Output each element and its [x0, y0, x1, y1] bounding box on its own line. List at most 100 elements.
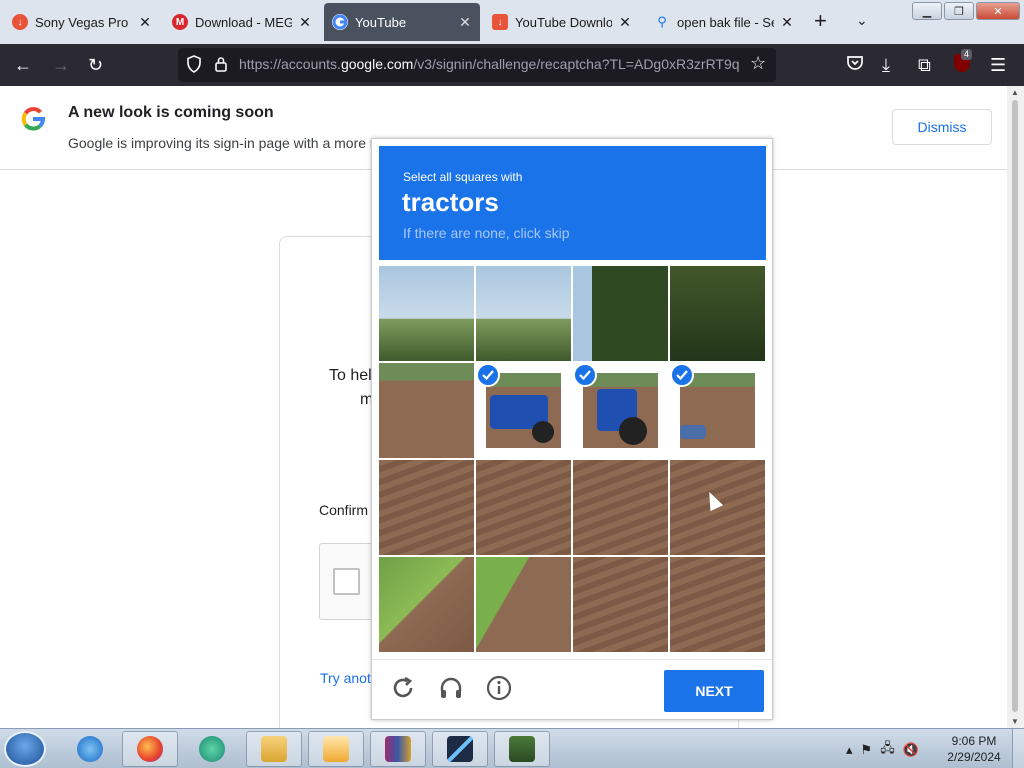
app-button[interactable]	[184, 731, 240, 767]
close-tab-icon[interactable]: ✕	[618, 14, 632, 31]
tile-image	[379, 266, 474, 361]
network-app-button[interactable]	[494, 731, 550, 767]
tab-title: Download - MEGA	[195, 14, 292, 30]
pocket-icon[interactable]	[846, 54, 864, 79]
forward-icon[interactable]: →	[52, 54, 70, 76]
dismiss-button[interactable]: Dismiss	[892, 109, 992, 145]
url-text[interactable]: https://accounts.google.com/v3/signin/ch…	[239, 56, 739, 72]
bookmark-star-icon[interactable]: ☆	[750, 53, 766, 74]
tile-image	[476, 557, 571, 652]
internet-explorer-button[interactable]	[62, 731, 118, 767]
recaptcha-checkbox[interactable]	[333, 568, 360, 595]
grid-tile[interactable]	[476, 460, 571, 555]
winrar-icon	[385, 736, 411, 762]
scroll-down-icon[interactable]: ▼	[1011, 717, 1019, 726]
next-button[interactable]: NEXT	[664, 670, 764, 712]
start-button[interactable]	[4, 731, 46, 767]
grid-tile[interactable]	[573, 266, 668, 361]
tab-search[interactable]: ⚲ open bak file - Sear ✕	[646, 3, 802, 41]
app-icon	[199, 736, 225, 762]
close-tab-icon[interactable]: ✕	[458, 14, 472, 31]
tab-youtube-download[interactable]: ↓ YouTube Download ✕	[484, 3, 640, 41]
firefox-icon	[137, 736, 163, 762]
extensions-icon[interactable]: ⧉	[918, 54, 931, 76]
recaptcha-challenge: Select all squares with tractors If ther…	[371, 138, 773, 720]
tab-mega[interactable]: M Download - MEGA ✕	[164, 3, 320, 41]
grid-tile[interactable]	[670, 557, 765, 652]
scroll-thumb[interactable]	[1012, 100, 1018, 712]
grid-tile[interactable]	[379, 460, 474, 555]
explorer-button[interactable]	[246, 731, 302, 767]
system-tray: ▴ ⚑ 🖧 🔇	[846, 739, 919, 761]
url-prefix: https://accounts.	[239, 56, 341, 72]
lock-icon[interactable]	[215, 56, 227, 75]
grid-tile-selected[interactable]	[670, 363, 765, 458]
checkmark-icon	[573, 363, 597, 387]
show-hidden-icons-icon[interactable]: ▴	[846, 742, 853, 758]
tab-sony-vegas[interactable]: ↓ Sony Vegas Pro 14 F ✕	[4, 3, 160, 41]
challenge-footer: NEXT	[372, 659, 772, 721]
audio-challenge-icon[interactable]	[436, 675, 466, 705]
media-player-icon	[323, 736, 349, 762]
tile-image	[573, 557, 668, 652]
new-tab-button[interactable]: +	[814, 10, 827, 32]
menu-icon[interactable]: ☰	[990, 54, 1006, 76]
tab-title: YouTube Download	[515, 14, 612, 30]
try-another-way-link[interactable]: Try anot	[320, 670, 371, 686]
confirm-label: Confirm	[319, 502, 369, 518]
navigation-bar: ← → ↻ https://accounts.google.com/v3/sig…	[0, 44, 1024, 86]
vertical-scrollbar[interactable]: ▲ ▼	[1007, 86, 1024, 728]
tile-image	[573, 460, 668, 555]
media-player-button[interactable]	[308, 731, 364, 767]
list-tabs-icon[interactable]: ⌄	[856, 12, 868, 29]
back-icon[interactable]: ←	[14, 54, 32, 76]
firefox-button[interactable]	[122, 731, 178, 767]
folder-icon	[261, 736, 287, 762]
minimize-button[interactable]: ▁	[912, 2, 942, 20]
action-center-flag-icon[interactable]: ⚑	[861, 742, 873, 758]
grid-tile[interactable]	[573, 460, 668, 555]
image-grid	[379, 266, 766, 653]
video-editor-button[interactable]	[432, 731, 488, 767]
ublock-icon[interactable]: 4	[954, 49, 973, 77]
clock-time: 9:06 PM	[951, 734, 997, 748]
grid-tile[interactable]	[379, 363, 474, 458]
grid-tile-selected[interactable]	[476, 363, 571, 458]
challenge-instruction: Select all squares with	[403, 170, 523, 184]
show-desktop-button[interactable]	[1012, 729, 1024, 768]
url-path: /v3/signin/challenge/recaptcha?TL=ADg0xR…	[413, 56, 739, 72]
clock[interactable]: 9:06 PM 2/29/2024	[946, 733, 1002, 765]
reload-challenge-icon[interactable]	[388, 675, 418, 705]
close-tab-icon[interactable]: ✕	[780, 14, 794, 31]
shield-icon[interactable]	[186, 55, 202, 76]
grid-tile[interactable]	[476, 266, 571, 361]
grid-tile[interactable]	[379, 266, 474, 361]
google-logo-icon	[21, 107, 46, 131]
google-icon	[332, 14, 348, 30]
url-host: google.com	[340, 56, 414, 72]
winrar-button[interactable]	[370, 731, 426, 767]
reload-icon[interactable]: ↻	[88, 54, 103, 76]
window-controls: ▁ ❐ ✕	[912, 2, 1020, 20]
mega-icon: M	[172, 14, 188, 30]
grid-tile[interactable]	[379, 557, 474, 652]
tab-title: open bak file - Sear	[677, 14, 774, 30]
close-tab-icon[interactable]: ✕	[138, 14, 152, 31]
tab-youtube[interactable]: YouTube ✕	[324, 3, 480, 41]
grid-tile-selected[interactable]	[573, 363, 668, 458]
downloads-icon[interactable]: ⤓	[882, 54, 890, 76]
restore-button[interactable]: ❐	[944, 2, 974, 20]
checkmark-icon	[476, 363, 500, 387]
address-bar[interactable]: https://accounts.google.com/v3/signin/ch…	[178, 48, 776, 82]
grid-tile[interactable]	[476, 557, 571, 652]
volume-muted-icon[interactable]: 🔇	[903, 742, 919, 758]
close-window-button[interactable]: ✕	[976, 2, 1020, 20]
grid-tile[interactable]	[573, 557, 668, 652]
tile-image	[583, 373, 658, 448]
close-tab-icon[interactable]: ✕	[298, 14, 312, 31]
tile-image	[476, 460, 571, 555]
scroll-up-icon[interactable]: ▲	[1011, 88, 1019, 97]
info-icon[interactable]	[484, 675, 514, 705]
grid-tile[interactable]	[670, 266, 765, 361]
network-icon[interactable]: 🖧	[880, 739, 895, 761]
